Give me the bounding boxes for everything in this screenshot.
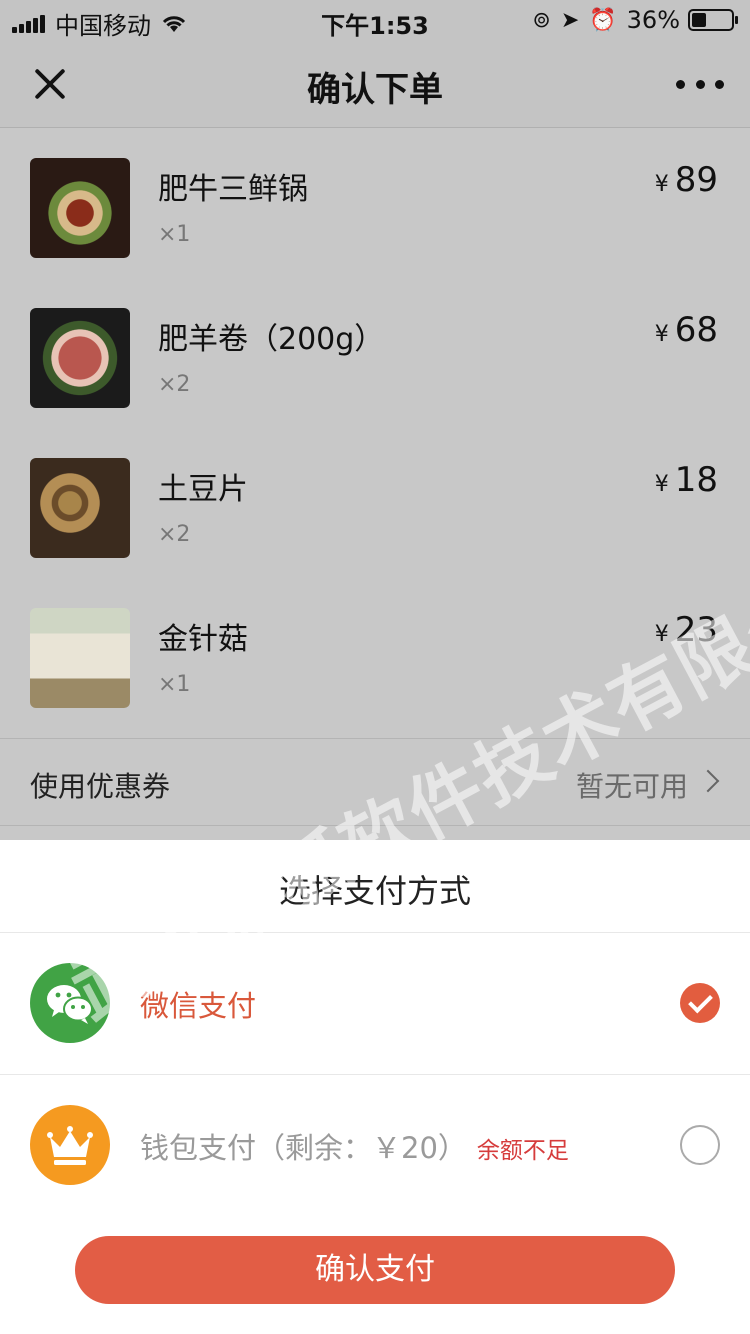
unchecked-icon[interactable] bbox=[680, 1125, 720, 1165]
order-list: 肥牛三鲜锅 ×1 ¥89 肥羊卷（200g） ×2 ¥68 土豆片 ×2 ¥18… bbox=[0, 128, 750, 840]
wallet-balance-label: 钱包支付（剩余：￥20） bbox=[140, 1131, 467, 1165]
payment-label: 钱包支付（剩余：￥20） 余额不足 bbox=[140, 1125, 569, 1167]
payment-label: 微信支付 bbox=[140, 989, 257, 1023]
item-price: ¥18 bbox=[654, 460, 718, 500]
battery-icon bbox=[688, 9, 738, 31]
list-item: 肥羊卷（200g） ×2 ¥68 bbox=[0, 278, 750, 428]
item-thumbnail-lamb bbox=[30, 308, 130, 408]
item-name: 金针菇 bbox=[158, 622, 248, 657]
item-quantity: ×1 bbox=[158, 222, 191, 247]
page-title: 确认下单 bbox=[307, 70, 443, 110]
item-price: ¥23 bbox=[654, 610, 718, 650]
chevron-right-icon bbox=[696, 769, 720, 793]
sheet-title: 选择支付方式 bbox=[278, 872, 471, 910]
item-thumbnail-mushroom bbox=[30, 608, 130, 708]
item-quantity: ×2 bbox=[158, 372, 191, 397]
payment-sheet: 选择支付方式 微信支付 钱包支付（剩余：￥20） 余额不足 确认支付 bbox=[0, 840, 750, 1334]
item-name: 土豆片 bbox=[158, 472, 248, 507]
item-quantity: ×1 bbox=[158, 672, 191, 697]
item-thumbnail-hotpot bbox=[30, 158, 130, 258]
item-name: 肥羊卷（200g） bbox=[158, 322, 385, 357]
list-item: 肥牛三鲜锅 ×1 ¥89 bbox=[0, 128, 750, 278]
nav-bar: 确认下单 bbox=[0, 40, 750, 128]
crown-icon bbox=[30, 1105, 110, 1185]
location-icon: ➤ bbox=[560, 7, 580, 33]
coupon-value: 暂无可用 bbox=[575, 770, 688, 803]
coupon-label: 使用优惠券 bbox=[30, 770, 171, 803]
item-price: ¥89 bbox=[654, 160, 718, 200]
insufficient-balance-note: 余额不足 bbox=[476, 1138, 569, 1164]
payment-option-wechat[interactable]: 微信支付 bbox=[0, 933, 750, 1073]
rotation-lock-icon: ⊚ bbox=[532, 7, 551, 33]
item-price: ¥68 bbox=[654, 310, 718, 350]
status-right: ⊚ ➤ ⏰ 36% bbox=[522, 6, 738, 34]
list-item: 金针菇 ×1 ¥23 bbox=[0, 578, 750, 728]
coupon-row[interactable]: 使用优惠券 暂无可用 bbox=[0, 738, 750, 826]
more-icon[interactable] bbox=[676, 74, 724, 94]
alarm-icon: ⏰ bbox=[589, 7, 617, 33]
checked-icon[interactable] bbox=[680, 983, 720, 1023]
status-bar: 中国移动 下午1:53 ⊚ ➤ ⏰ 36% bbox=[0, 0, 750, 40]
wechat-icon bbox=[30, 963, 110, 1043]
item-quantity: ×2 bbox=[158, 522, 191, 547]
payment-option-wallet[interactable]: 钱包支付（剩余：￥20） 余额不足 bbox=[0, 1075, 750, 1215]
list-item: 土豆片 ×2 ¥18 bbox=[0, 428, 750, 578]
battery-percent: 36% bbox=[626, 6, 680, 34]
item-thumbnail-potato bbox=[30, 458, 130, 558]
confirm-payment-button[interactable]: 确认支付 bbox=[75, 1236, 675, 1304]
item-name: 肥牛三鲜锅 bbox=[158, 172, 308, 207]
